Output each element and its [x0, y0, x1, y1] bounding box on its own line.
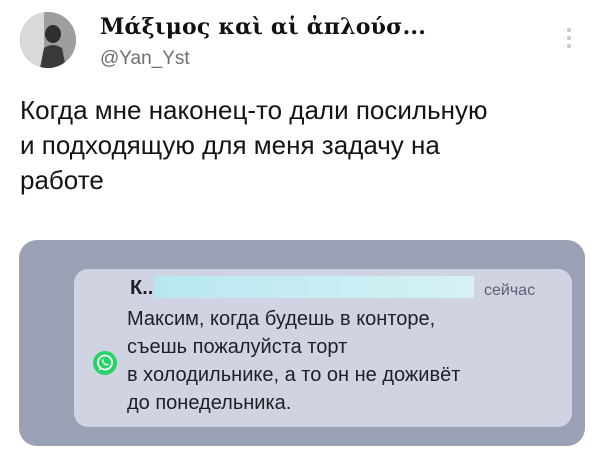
- notification-time: сейчас: [484, 282, 536, 299]
- notification-body: Максим, когда будешь в конторе, съешь по…: [127, 308, 461, 414]
- avatar[interactable]: [20, 12, 76, 68]
- author-name[interactable]: Μάξιμος καὶ αἱ ἀπλούσ...: [100, 14, 426, 40]
- tweet-screenshot: Μάξιμος καὶ αἱ ἀπλούσ... @Yan_Yst Когда …: [0, 0, 604, 455]
- tweet-text: Когда мне наконец-то дали посильную и по…: [20, 95, 488, 195]
- whatsapp-icon: [92, 350, 118, 376]
- more-options-icon[interactable]: [563, 28, 575, 52]
- author-handle[interactable]: @Yan_Yst: [100, 48, 190, 70]
- redaction-mark: [154, 276, 474, 298]
